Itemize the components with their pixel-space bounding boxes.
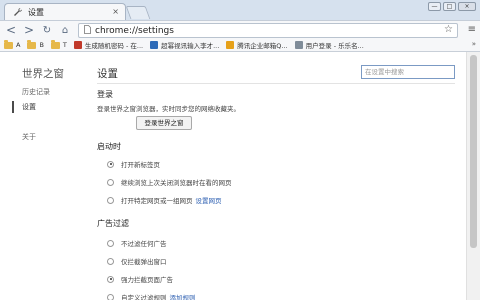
sidebar-item-about[interactable]: 关于 xyxy=(22,132,36,142)
tab-settings[interactable]: 设置 × xyxy=(4,3,126,20)
settings-main: 设置 在设置中搜索 登录 登录世界之窗浏览器，实时同步您的网络收藏夹。 登录世界… xyxy=(90,52,464,300)
radio-button[interactable] xyxy=(107,257,114,265)
back-button[interactable]: < xyxy=(4,23,18,37)
page-title: 设置 xyxy=(97,68,118,80)
site-favicon-icon xyxy=(294,41,303,49)
folder-icon xyxy=(4,39,13,49)
reload-button[interactable]: ↻ xyxy=(40,23,54,37)
menu-icon[interactable]: ≡ xyxy=(468,24,476,35)
bookmark-item[interactable]: 腾讯企业邮箱Q... xyxy=(226,40,288,50)
bookmark-label: T xyxy=(62,41,67,49)
bookmark-label: 生成随机密码 - 在... xyxy=(84,42,144,50)
forward-button[interactable]: > xyxy=(22,23,36,37)
site-favicon-icon xyxy=(73,41,82,49)
startup-option[interactable]: 打开特定网页或一组网页 设置网页 xyxy=(107,195,222,205)
option-label: 继续浏览上次关闭浏览器时在看的网页 xyxy=(121,179,232,187)
bookmark-item[interactable]: B xyxy=(27,39,44,49)
option-label: 不过滤任何广告 xyxy=(121,240,167,248)
login-description: 登录世界之窗浏览器，实时同步您的网络收藏夹。 xyxy=(97,105,240,113)
toolbar: < > ↻ ⌂ chrome://settings ☆ ≡ xyxy=(0,20,480,39)
bookmark-item[interactable]: A xyxy=(4,39,21,49)
radio-button[interactable] xyxy=(107,160,114,168)
bookmark-star-icon[interactable]: ☆ xyxy=(444,24,453,35)
page-icon xyxy=(84,25,91,36)
option-label: 打开特定网页或一组网页 xyxy=(121,197,193,205)
bookmark-item[interactable]: 用户登录 - 乐乐名... xyxy=(294,40,364,50)
home-button[interactable]: ⌂ xyxy=(58,23,72,37)
bookmark-label: 腾讯企业邮箱Q... xyxy=(237,42,288,50)
bookmark-item[interactable]: T xyxy=(50,39,67,49)
tab-close-icon[interactable]: × xyxy=(112,7,119,16)
option-label: 打开新标签页 xyxy=(121,161,160,169)
bookmark-label: B xyxy=(39,41,44,49)
adblock-option[interactable]: 自定义过滤规则 添加规则 xyxy=(107,292,196,300)
bookmark-item[interactable]: 超幂视讯输入李才... xyxy=(150,40,219,50)
radio-button[interactable] xyxy=(107,196,114,204)
sidebar: 世界之窗 历史记录 设置 关于 xyxy=(0,52,90,300)
section-title-startup: 启动时 xyxy=(97,142,121,151)
adblock-option[interactable]: 不过滤任何广告 xyxy=(107,238,167,248)
adblock-option[interactable]: 仅拦截弹出窗口 xyxy=(107,256,167,266)
search-input[interactable]: 在设置中搜索 xyxy=(361,65,455,79)
radio-button[interactable] xyxy=(107,275,114,283)
title-bar: 设置 × — □ × xyxy=(0,0,480,20)
scrollbar-thumb[interactable] xyxy=(470,55,477,248)
sidebar-item-settings[interactable]: 设置 xyxy=(22,102,36,112)
folder-icon xyxy=(50,39,60,49)
url-text: chrome://settings xyxy=(95,25,174,36)
option-link[interactable]: 设置网页 xyxy=(196,195,222,205)
adblock-option[interactable]: 强力拦截页面广告 xyxy=(107,274,173,284)
bookmark-label: 超幂视讯输入李才... xyxy=(161,42,220,50)
divider xyxy=(97,83,455,84)
bookmark-item[interactable]: 生成随机密码 - 在... xyxy=(73,40,144,50)
wrench-icon xyxy=(13,7,23,17)
option-link[interactable]: 添加规则 xyxy=(170,292,196,300)
tab-title: 设置 xyxy=(28,7,44,17)
maximize-button[interactable]: □ xyxy=(443,2,456,11)
scrollbar[interactable] xyxy=(466,52,480,300)
bookmark-label: A xyxy=(16,41,21,49)
minimize-button[interactable]: — xyxy=(428,2,441,11)
bookmarks-bar: A B T 生成随机密码 - 在... 超幂视讯输入李才... 腾讯企业邮箱Q... 用户登… xyxy=(0,39,480,52)
sidebar-active-indicator xyxy=(12,101,14,113)
startup-option[interactable]: 继续浏览上次关闭浏览器时在看的网页 xyxy=(107,177,232,187)
option-label: 自定义过滤规则 xyxy=(121,294,167,300)
section-title-adblock: 广告过滤 xyxy=(97,219,129,228)
radio-button[interactable] xyxy=(107,178,114,186)
radio-button[interactable] xyxy=(107,239,114,247)
close-window-button[interactable]: × xyxy=(458,2,476,11)
bookmark-label: 用户登录 - 乐乐名... xyxy=(305,42,364,50)
option-label: 强力拦截页面广告 xyxy=(121,276,173,284)
login-button[interactable]: 登录世界之窗 xyxy=(136,116,192,130)
site-favicon-icon xyxy=(226,41,235,49)
window-controls: — □ × xyxy=(428,2,476,11)
sidebar-title: 世界之窗 xyxy=(22,68,64,80)
option-label: 仅拦截弹出窗口 xyxy=(121,258,167,266)
new-tab-button[interactable] xyxy=(125,6,151,19)
site-favicon-icon xyxy=(150,41,159,49)
section-title-login: 登录 xyxy=(97,90,113,99)
address-bar[interactable]: chrome://settings ☆ xyxy=(78,23,458,38)
startup-option[interactable]: 打开新标签页 xyxy=(107,159,160,169)
folder-icon xyxy=(27,39,37,49)
bookmarks-overflow-icon[interactable]: » xyxy=(472,40,476,48)
sidebar-item-history[interactable]: 历史记录 xyxy=(22,87,50,97)
radio-button[interactable] xyxy=(107,293,114,300)
